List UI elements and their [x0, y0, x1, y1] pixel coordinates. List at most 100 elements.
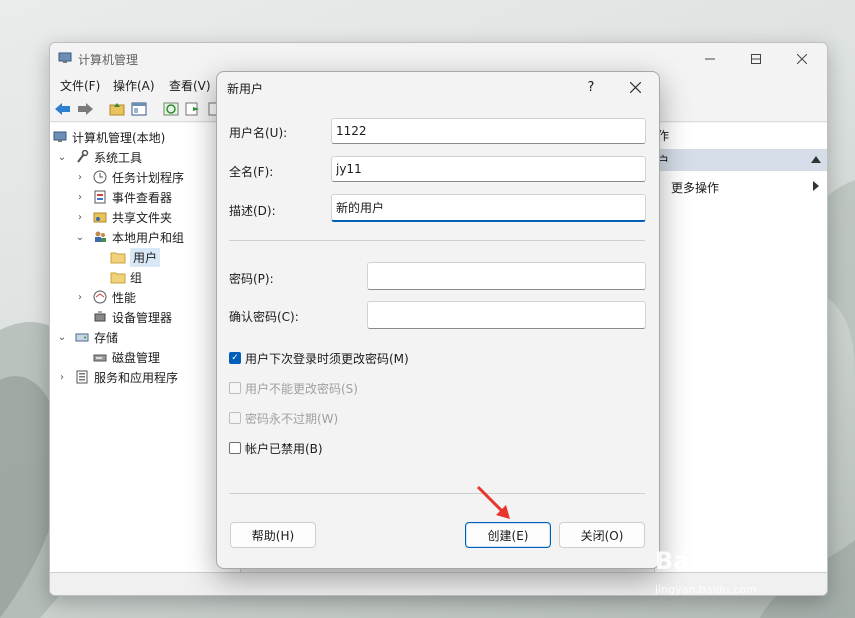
new-user-dialog: 新用户 ? 用户名(U): 全名(F): 描述(D): 密码(P): 确认密码(… [216, 71, 660, 569]
computer-management-icon [58, 52, 72, 63]
watermark-url: jingyan.baidu.com [655, 583, 757, 596]
chevron-down-icon[interactable]: ⌄ [56, 332, 68, 343]
chevron-down-icon[interactable]: ⌄ [56, 152, 68, 163]
minimize-icon [705, 58, 715, 60]
tree-item-groups[interactable]: 组 [110, 267, 142, 287]
close-window-button[interactable] [779, 45, 825, 73]
performance-icon [92, 289, 108, 305]
up-folder-button[interactable] [108, 100, 126, 118]
tree-item-computer-management[interactable]: 计算机管理(本地) [52, 127, 165, 147]
export-list-button[interactable] [184, 100, 202, 118]
menu-action[interactable]: 操作(A) [113, 77, 155, 94]
must-change-password-checkbox[interactable]: ✓ 用户下次登录时须更改密码(M) [229, 349, 409, 367]
checkmark-icon[interactable]: ✓ [229, 352, 241, 364]
help-question-button[interactable]: ? [579, 77, 603, 99]
tree-item-device-manager[interactable]: 设备管理器 [92, 307, 172, 327]
refresh-button[interactable] [162, 100, 180, 118]
system-tools-icon [74, 149, 90, 165]
username-field[interactable] [331, 118, 646, 144]
account-disabled-checkbox[interactable]: 帐户已禁用(B) [229, 439, 323, 457]
shared-folder-icon [92, 209, 108, 225]
confirm-password-label: 确认密码(C): [229, 310, 299, 324]
tree-item-label: 用户 [130, 247, 161, 267]
tree-item-label: 磁盘管理 [112, 350, 161, 365]
watermark-brand: Bai经验 [655, 547, 746, 575]
more-actions-label: 更多操作 [671, 181, 720, 195]
maximize-button[interactable] [733, 45, 779, 73]
folder-up-icon [109, 103, 125, 116]
window-title: 计算机管理 [78, 53, 139, 67]
tree-item-label: 系统工具 [94, 150, 143, 165]
tree-item-label: 本地用户和组 [112, 230, 185, 245]
chevron-down-icon[interactable]: ⌄ [74, 232, 86, 243]
divider [229, 493, 645, 494]
cannot-change-password-checkbox[interactable]: 用户不能更改密码(S) [229, 379, 358, 397]
tree-item-local-users-groups[interactable]: ⌄ 本地用户和组 [74, 227, 184, 247]
confirm-password-field[interactable] [367, 301, 646, 329]
actions-pane: 作 户 更多操作 [654, 123, 827, 573]
fullname-field[interactable] [331, 156, 646, 182]
menu-file[interactable]: 文件(F) [60, 77, 100, 94]
tree-item-label: 组 [130, 270, 143, 285]
tree-item-disk-management[interactable]: 磁盘管理 [92, 347, 160, 367]
computer-management-icon [52, 129, 68, 145]
description-field[interactable] [331, 194, 646, 222]
password-never-expires-checkbox[interactable]: 密码永不过期(W) [229, 409, 338, 427]
back-button[interactable] [54, 100, 72, 118]
menu-view[interactable]: 查看(V) [169, 77, 211, 94]
collapse-up-icon [811, 156, 821, 163]
divider [229, 240, 645, 241]
chevron-right-icon[interactable]: › [56, 372, 68, 383]
password-field[interactable] [367, 262, 646, 290]
tree-item-label: 性能 [112, 290, 137, 305]
tree-item-storage[interactable]: ⌄ 存储 [56, 327, 118, 347]
tree-item-system-tools[interactable]: ⌄ 系统工具 [56, 147, 142, 167]
actions-section-users[interactable]: 户 [655, 149, 827, 171]
checkbox-box[interactable] [229, 442, 241, 454]
checkbox-box[interactable] [229, 382, 241, 394]
storage-icon [74, 329, 90, 345]
tree-item-label: 设备管理器 [112, 310, 173, 325]
tree-item-performance[interactable]: › 性能 [74, 287, 136, 307]
fullname-label: 全名(F): [229, 165, 274, 179]
chevron-right-icon[interactable]: › [74, 292, 86, 303]
create-button[interactable]: 创建(E) [465, 522, 551, 548]
tree-item-shared-folders[interactable]: › 共享文件夹 [74, 207, 172, 227]
tree-item-users[interactable]: 用户 [110, 247, 161, 267]
close-button[interactable]: 关闭(O) [559, 522, 645, 548]
checkbox-label: 帐户已禁用(B) [245, 441, 323, 456]
tree-item-event-viewer[interactable]: › 事件查看器 [74, 187, 172, 207]
services-icon [74, 369, 90, 385]
tree-item-label: 服务和应用程序 [94, 370, 179, 385]
minimize-button[interactable] [687, 45, 733, 73]
users-icon [92, 229, 108, 245]
checkbox-box[interactable] [229, 412, 241, 424]
back-arrow-icon [55, 103, 70, 115]
chevron-right-icon[interactable]: › [74, 212, 86, 223]
username-label: 用户名(U): [229, 126, 288, 140]
tree-item-task-scheduler[interactable]: › 任务计划程序 [74, 167, 184, 187]
device-manager-icon [92, 309, 108, 325]
chevron-right-icon [813, 181, 819, 191]
tree-item-label: 任务计划程序 [112, 170, 185, 185]
console-tree: 计算机管理(本地) ⌄ 系统工具 › 任务计划程序 › 事件查看器 › 共享文件… [50, 123, 241, 573]
password-label: 密码(P): [229, 272, 274, 286]
console-tree-icon [131, 102, 147, 116]
folder-icon [110, 249, 126, 265]
dialog-close-button[interactable] [621, 76, 649, 100]
show-hide-tree-button[interactable] [130, 100, 148, 118]
more-actions[interactable]: 更多操作 [671, 179, 719, 196]
dialog-title: 新用户 [227, 82, 264, 96]
help-button[interactable]: 帮助(H) [230, 522, 316, 548]
tree-item-label: 存储 [94, 330, 119, 345]
export-icon [185, 102, 199, 116]
event-viewer-icon [92, 189, 108, 205]
annotation-arrow-icon [476, 485, 510, 519]
chevron-right-icon[interactable]: › [74, 192, 86, 203]
tree-item-services-apps[interactable]: › 服务和应用程序 [56, 367, 178, 387]
checkbox-label: 用户不能更改密码(S) [245, 381, 358, 396]
tree-item-label: 事件查看器 [112, 190, 173, 205]
chevron-right-icon[interactable]: › [74, 172, 86, 183]
checkbox-label: 用户下次登录时须更改密码(M) [245, 351, 409, 366]
forward-button[interactable] [76, 100, 94, 118]
